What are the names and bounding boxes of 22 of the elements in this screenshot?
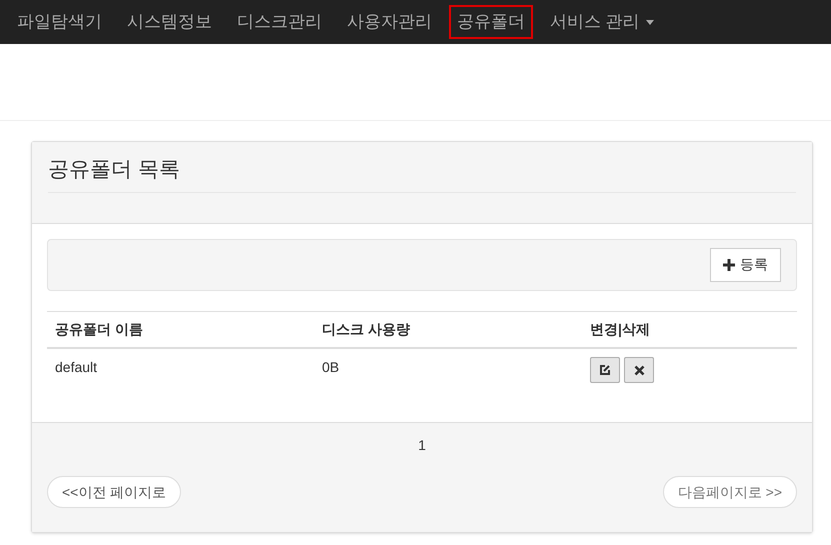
caret-icon (646, 20, 654, 24)
nav-item[interactable]: 서비스 관리 (542, 5, 662, 39)
edit-icon (599, 364, 611, 376)
nav-item[interactable]: 디스크관리 (229, 5, 330, 39)
column-header: 공유폴더 이름 (47, 311, 314, 348)
nav-item[interactable]: 시스템정보 (119, 5, 220, 39)
next-page-button[interactable]: 다음페이지로 >> (662, 476, 797, 508)
column-header: 디스크 사용량 (314, 311, 582, 348)
panel-title: 공유폴더 목록 (48, 154, 796, 192)
table-cell: default (47, 348, 314, 386)
column-header: 변경|삭제 (582, 311, 797, 348)
nav-item[interactable]: 공유폴더 (449, 5, 533, 39)
add-button[interactable]: 등록 (710, 248, 781, 282)
page-number: 1 (418, 436, 426, 455)
plus-icon (723, 258, 735, 270)
delete-button[interactable] (624, 357, 654, 383)
nav-item[interactable]: 사용자관리 (339, 5, 440, 39)
previous-page-button[interactable]: <<이전 페이지로 (47, 476, 182, 508)
close-icon (634, 364, 644, 376)
nav-item[interactable]: 파일탐색기 (9, 5, 110, 39)
table-cell: 0B (314, 348, 582, 386)
edit-button[interactable] (590, 357, 620, 383)
